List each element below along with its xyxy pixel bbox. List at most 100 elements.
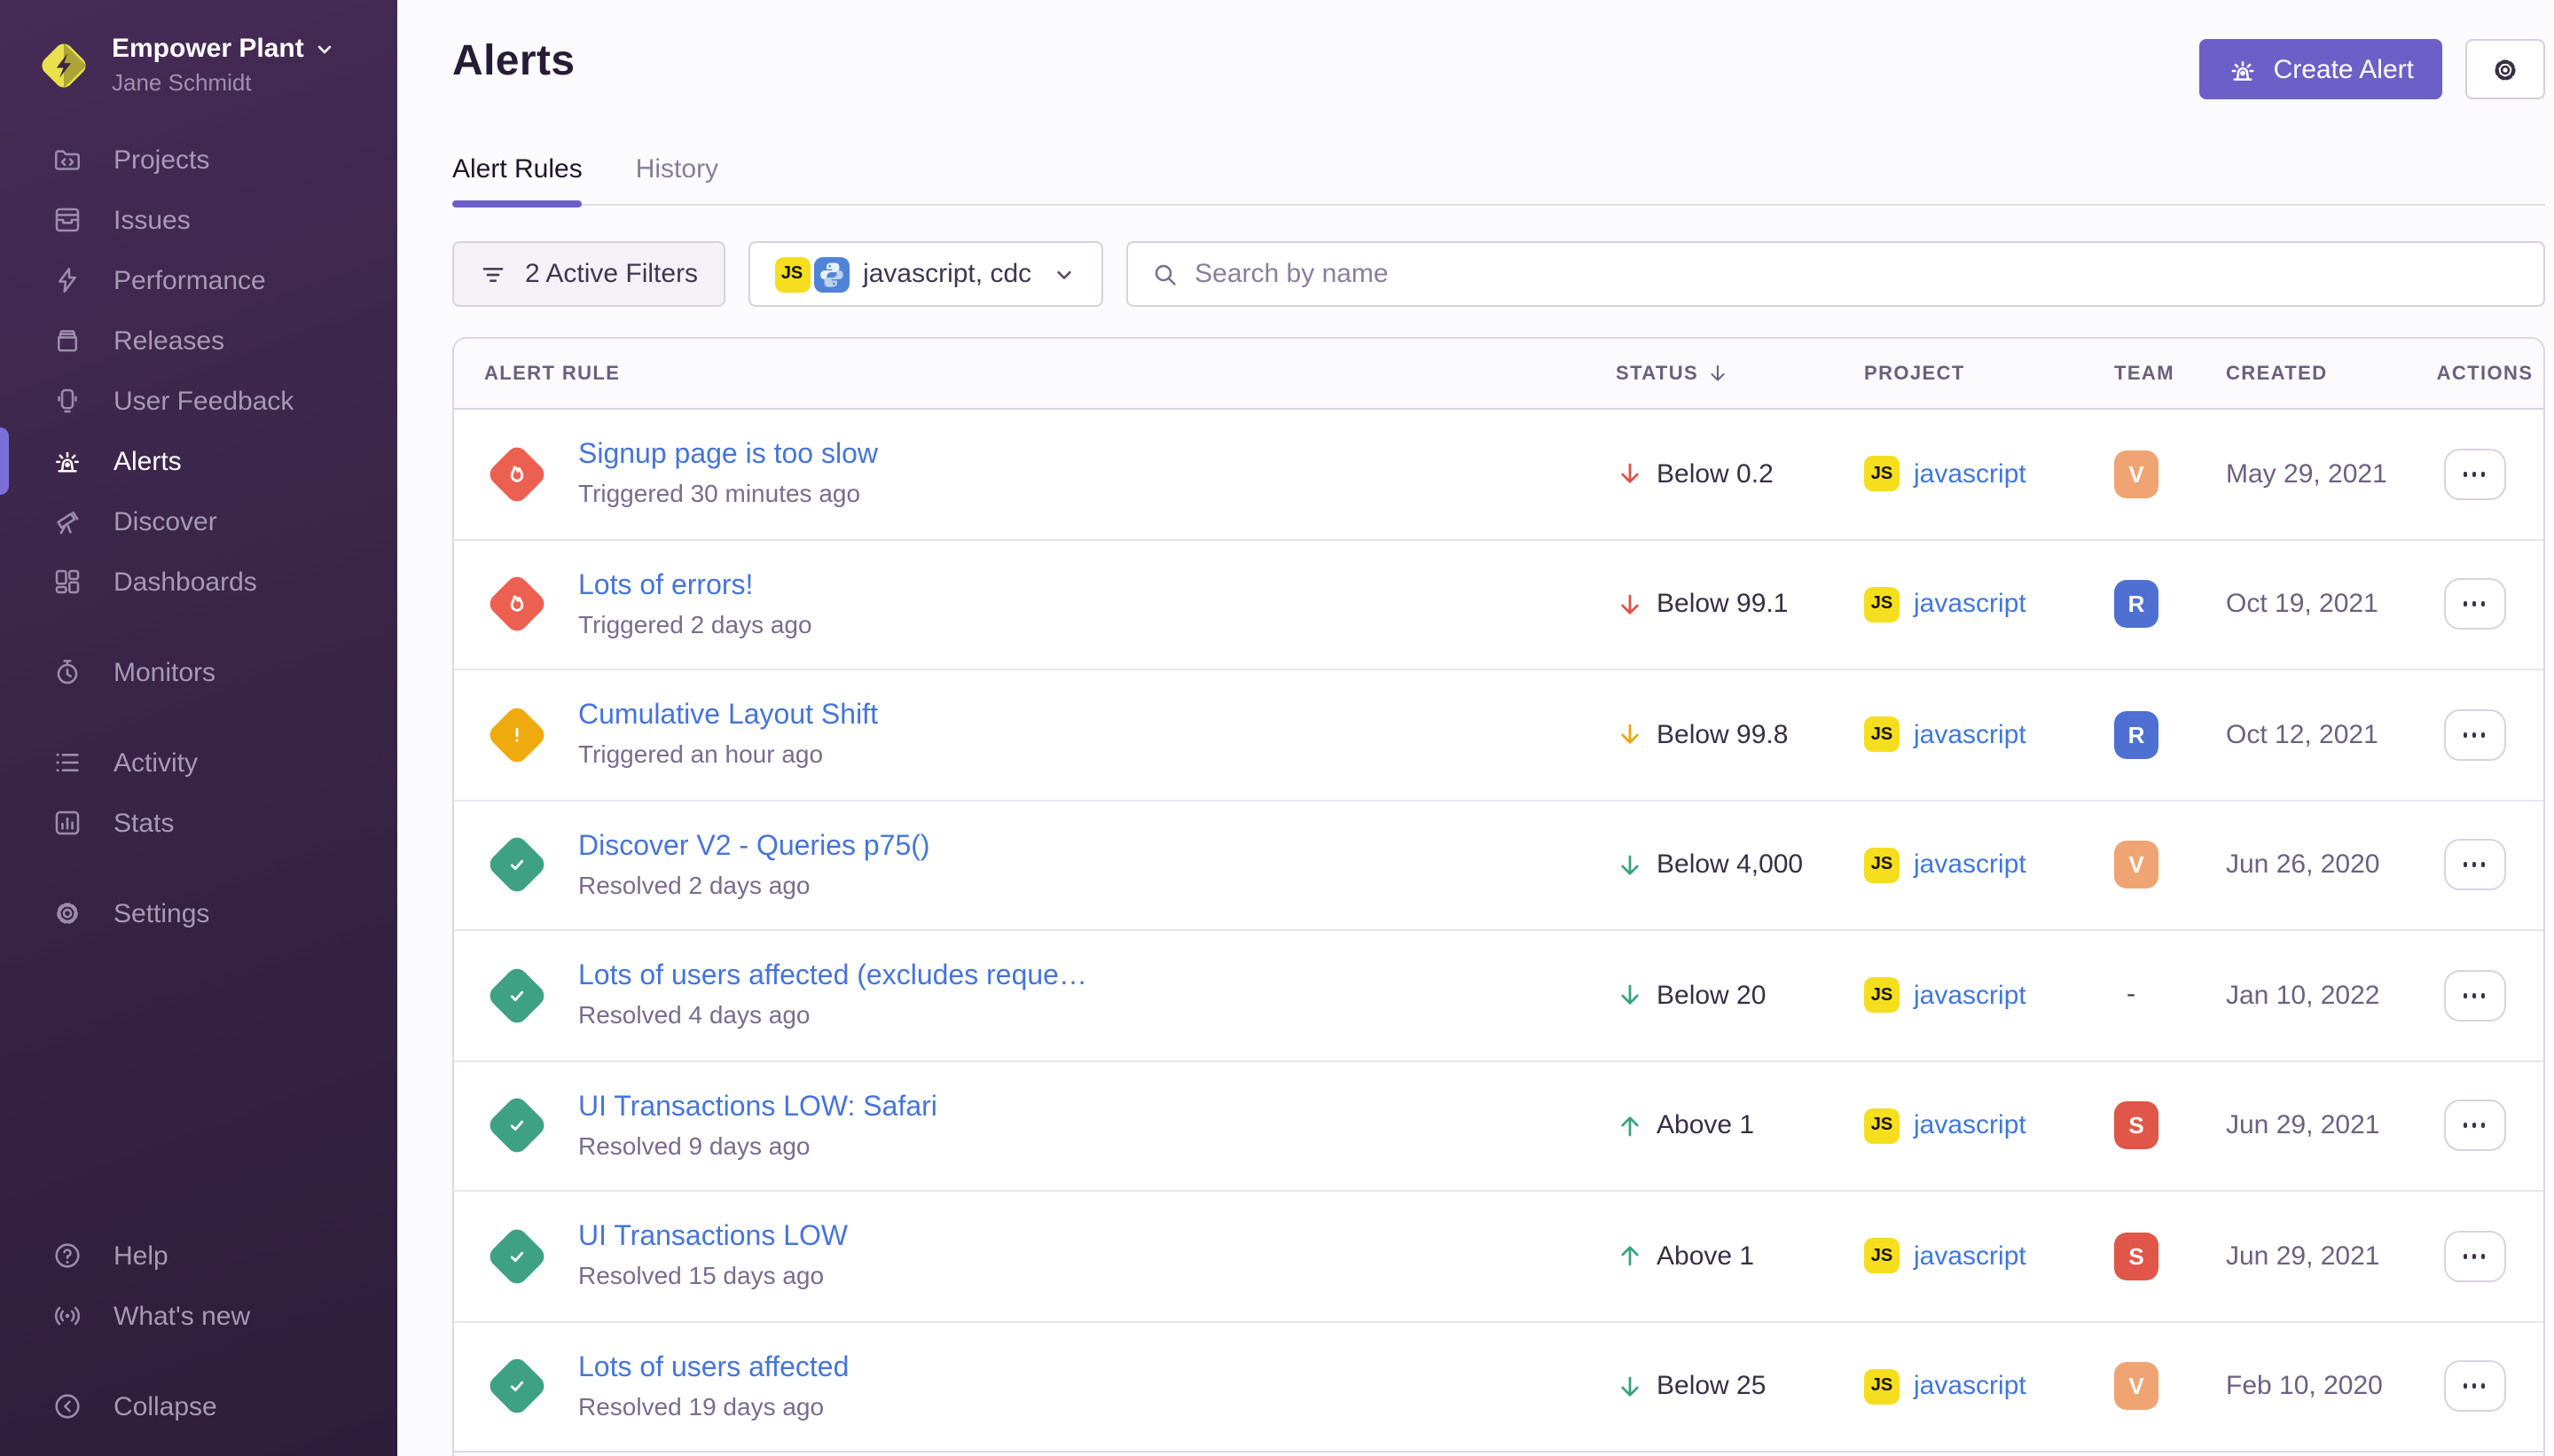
row-actions-button[interactable] (2443, 840, 2505, 891)
created-date: Jun 29, 2021 (2226, 1111, 2423, 1141)
column-header-alert-rule: Alert Rule (454, 363, 1616, 384)
sidebar-item-settings[interactable]: Settings (0, 883, 397, 943)
status-label: Below 99.1 (1657, 590, 1788, 620)
arrow-down-icon (1616, 721, 1644, 749)
alert-rule-title-link[interactable]: Signup page is too slow (578, 441, 878, 473)
sidebar-item-activity[interactable]: Activity (0, 732, 397, 793)
sidebar-item-projects[interactable]: Projects (0, 129, 397, 190)
sidebar-item-alerts[interactable]: Alerts (0, 431, 397, 491)
releases-icon (51, 325, 83, 356)
alert-rule-title-link[interactable]: UI Transactions LOW: Safari (578, 1092, 937, 1124)
check-icon (501, 1241, 531, 1272)
alert-rule-title-link[interactable]: Lots of users affected (excludes reque… (578, 962, 1087, 994)
project-link[interactable]: javascript (1914, 1372, 2026, 1402)
alerts-icon (51, 445, 83, 477)
alert-settings-button[interactable] (2465, 39, 2545, 99)
check-icon (501, 1372, 531, 1402)
sidebar-item-dashboards[interactable]: Dashboards (0, 552, 397, 612)
project-link[interactable]: javascript (1914, 850, 2026, 881)
sidebar-item-releases[interactable]: Releases (0, 310, 397, 371)
sidebar-item-issues[interactable]: Issues (0, 190, 397, 250)
filter-bar: 2 Active Filters JS javascript, cdc (452, 241, 2545, 307)
search-input[interactable] (1195, 259, 2520, 289)
team-cell: - (2114, 980, 2226, 1012)
warning-icon (501, 720, 531, 750)
javascript-platform-icon: JS (1864, 1108, 1900, 1144)
alert-rule-title-link[interactable]: Discover V2 - Queries p75() (578, 832, 930, 864)
filter-icon (479, 260, 507, 288)
arrow-down-icon (1616, 982, 1644, 1010)
row-actions-button[interactable] (2443, 970, 2505, 1022)
status-cell: Below 99.1 (1616, 590, 1864, 620)
activity-icon (51, 747, 83, 779)
sidebar-item-performance[interactable]: Performance (0, 250, 397, 310)
table-row: Lots of users affected (excludes reque… … (454, 931, 2543, 1061)
alert-rule-title-link[interactable]: Lots of errors! (578, 571, 812, 603)
row-actions-button[interactable] (2443, 449, 2505, 500)
main-content: Alerts Create Alert (397, 0, 2554, 1456)
project-link[interactable]: javascript (1914, 459, 2026, 489)
table-footer (454, 1452, 2543, 1456)
status-label: Below 99.8 (1657, 720, 1788, 750)
project-filter-dropdown[interactable]: JS javascript, cdc (748, 241, 1102, 307)
sidebar: Empower Plant Jane Schmidt ProjectsIssue… (0, 0, 397, 1456)
team-avatar: V (2114, 450, 2158, 498)
alert-rule-subtitle: Triggered 2 days ago (578, 610, 812, 638)
sidebar-item-label: Stats (114, 808, 174, 838)
team-cell: V (2114, 842, 2226, 889)
sidebar-item-label: Monitors (114, 657, 215, 687)
table-row: UI Transactions LOW Resolved 15 days ago… (454, 1192, 2543, 1322)
project-link[interactable]: javascript (1914, 720, 2026, 750)
alert-rule-title-link[interactable]: Lots of users affected (578, 1353, 849, 1385)
status-cell: Below 4,000 (1616, 850, 1864, 881)
table-row: Lots of errors! Triggered 2 days ago Bel… (454, 540, 2543, 670)
team-avatar: S (2114, 1233, 2158, 1280)
project-filter-label: javascript, cdc (863, 259, 1031, 289)
alert-rule-subtitle: Resolved 4 days ago (578, 1001, 1087, 1029)
active-filters-button[interactable]: 2 Active Filters (452, 241, 725, 307)
team-avatar: R (2114, 711, 2158, 759)
alert-rule-subtitle: Resolved 9 days ago (578, 1131, 937, 1160)
row-actions-button[interactable] (2443, 709, 2505, 761)
row-actions-button[interactable] (2443, 1100, 2505, 1152)
sidebar-item-label: Releases (114, 325, 224, 356)
check-icon (501, 981, 531, 1011)
sidebar-item-user-feedback[interactable]: User Feedback (0, 371, 397, 431)
sidebar-item-collapse[interactable]: Collapse (0, 1376, 397, 1436)
create-alert-label: Create Alert (2274, 54, 2414, 84)
javascript-platform-icon: JS (774, 256, 810, 292)
table-row: Lots of users affected Resolved 19 days … (454, 1322, 2543, 1452)
sidebar-item-monitors[interactable]: Monitors (0, 642, 397, 702)
create-alert-button[interactable]: Create Alert (2199, 39, 2442, 99)
javascript-platform-icon: JS (1864, 717, 1900, 753)
search-icon (1150, 260, 1179, 288)
sidebar-item-stats[interactable]: Stats (0, 793, 397, 853)
collapse-icon (51, 1390, 83, 1422)
created-date: Jan 10, 2022 (2226, 981, 2423, 1011)
issues-icon (51, 204, 83, 236)
sidebar-item-discover[interactable]: Discover (0, 491, 397, 552)
tab-alert-rules[interactable]: Alert Rules (452, 154, 583, 204)
javascript-platform-icon: JS (1864, 848, 1900, 883)
org-switcher[interactable]: Empower Plant Jane Schmidt (0, 0, 397, 96)
tab-history[interactable]: History (636, 154, 718, 204)
org-name: Empower Plant (112, 34, 304, 64)
alert-rule-title-link[interactable]: Cumulative Layout Shift (578, 701, 878, 733)
column-header-status[interactable]: Status (1616, 362, 1864, 385)
row-actions-button[interactable] (2443, 579, 2505, 630)
sidebar-item-label: Performance (114, 265, 266, 295)
project-link[interactable]: javascript (1914, 1111, 2026, 1141)
table-row: Discover V2 - Queries p75() Resolved 2 d… (454, 801, 2543, 931)
alert-rule-title-link[interactable]: UI Transactions LOW (578, 1223, 848, 1255)
sidebar-item-label: Settings (114, 898, 209, 928)
project-link[interactable]: javascript (1914, 590, 2026, 620)
project-link[interactable]: javascript (1914, 981, 2026, 1011)
sidebar-item-what-s-new[interactable]: What's new (0, 1286, 397, 1346)
flame-icon (501, 459, 531, 489)
status-label: Below 4,000 (1657, 850, 1803, 881)
project-link[interactable]: javascript (1914, 1241, 2026, 1272)
row-actions-button[interactable] (2443, 1231, 2505, 1282)
check-icon (501, 1111, 531, 1141)
sidebar-item-help[interactable]: Help (0, 1225, 397, 1286)
row-actions-button[interactable] (2443, 1361, 2505, 1413)
